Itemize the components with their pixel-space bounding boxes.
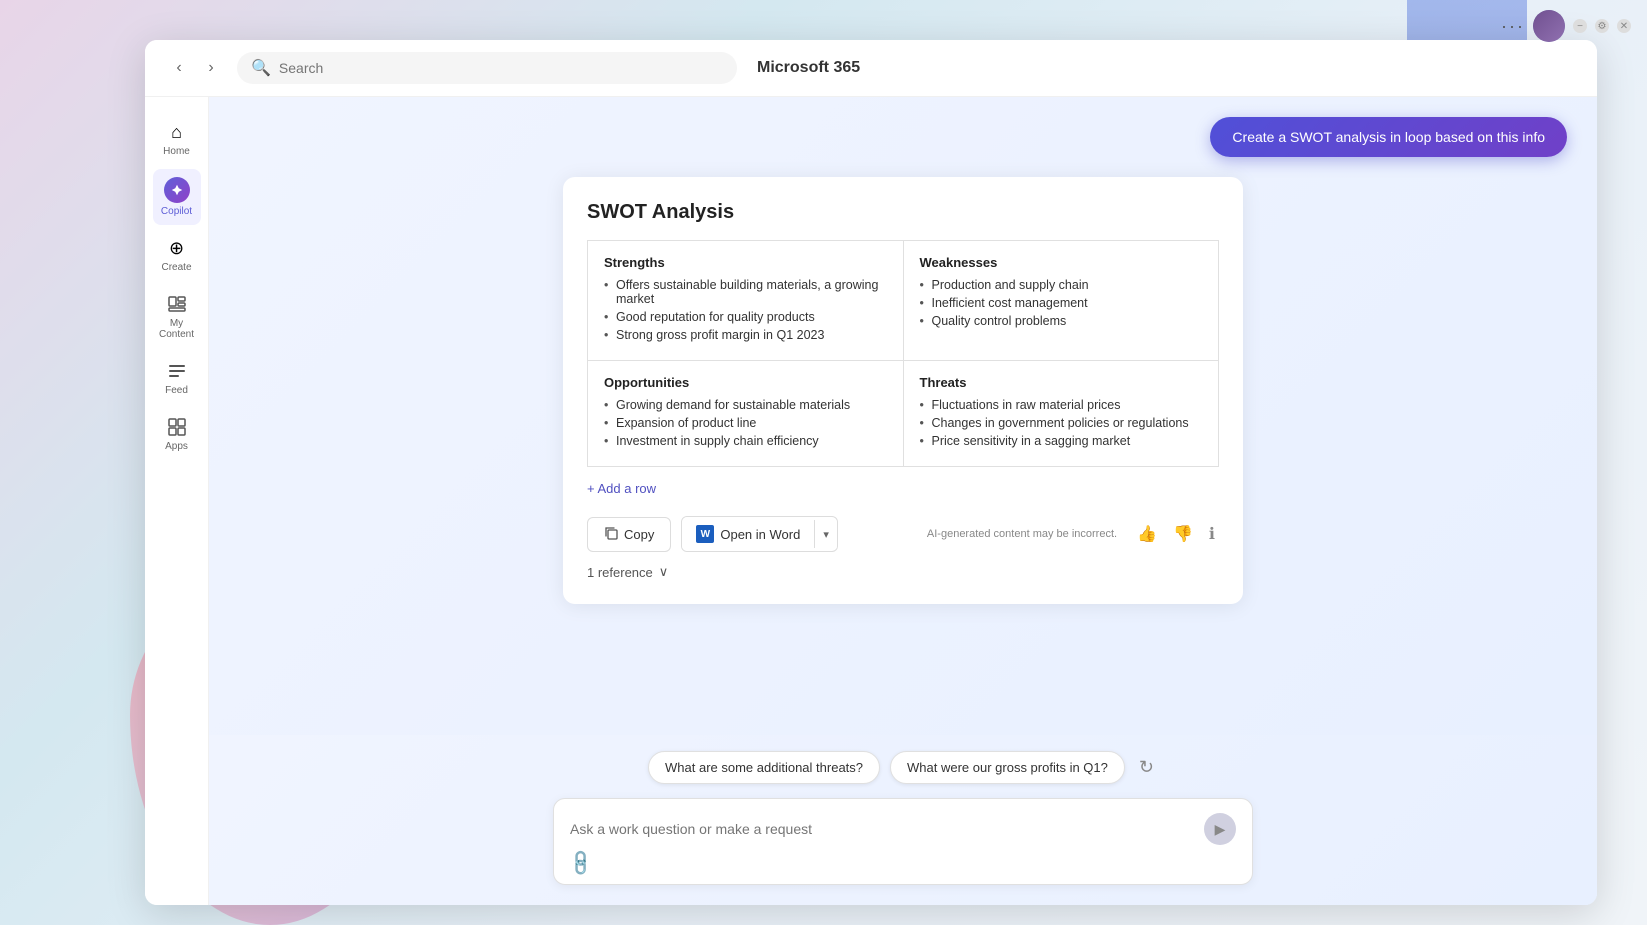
copilot-icon bbox=[164, 177, 190, 203]
swot-opportunities-list: Growing demand for sustainable materials… bbox=[604, 398, 887, 448]
create-swot-button[interactable]: Create a SWOT analysis in loop based on … bbox=[1210, 117, 1567, 157]
list-item: Investment in supply chain efficiency bbox=[604, 434, 887, 448]
swot-opportunities-cell: Opportunities Growing demand for sustain… bbox=[588, 361, 904, 467]
search-bar[interactable]: 🔍 bbox=[237, 52, 737, 84]
suggestion-chips: What are some additional threats? What w… bbox=[239, 751, 1567, 784]
info-icon[interactable]: ℹ bbox=[1205, 520, 1219, 548]
main-content: Create a SWOT analysis in loop based on … bbox=[209, 97, 1597, 735]
input-tools: 🔗 bbox=[570, 853, 1236, 874]
list-item: Quality control problems bbox=[920, 314, 1203, 328]
sidebar-label-apps: Apps bbox=[165, 441, 188, 452]
list-item: Production and supply chain bbox=[920, 278, 1203, 292]
avatar[interactable] bbox=[1533, 10, 1565, 42]
swot-row-bottom: Opportunities Growing demand for sustain… bbox=[588, 361, 1219, 467]
list-item: Offers sustainable building materials, a… bbox=[604, 278, 887, 306]
forward-button[interactable]: › bbox=[197, 54, 225, 82]
copy-label: Copy bbox=[624, 527, 654, 542]
feed-icon bbox=[166, 360, 188, 382]
sidebar-label-create: Create bbox=[161, 262, 191, 273]
chat-bottom: What are some additional threats? What w… bbox=[209, 735, 1597, 905]
app-title: Microsoft 365 bbox=[757, 59, 860, 77]
home-icon: ⌂ bbox=[166, 121, 188, 143]
reference-label: 1 reference bbox=[587, 565, 653, 580]
minimize-button[interactable]: − bbox=[1573, 19, 1587, 33]
apps-icon bbox=[166, 416, 188, 438]
avatar-image bbox=[1533, 10, 1565, 42]
reference-row[interactable]: 1 reference ∨ bbox=[587, 564, 1219, 580]
list-item: Expansion of product line bbox=[604, 416, 887, 430]
list-item: Fluctuations in raw material prices bbox=[920, 398, 1203, 412]
copy-icon bbox=[604, 526, 618, 543]
more-options-icon[interactable]: ··· bbox=[1501, 16, 1525, 37]
refresh-icon[interactable]: ↻ bbox=[1135, 753, 1158, 782]
sidebar: ⌂ Home Copilot ⊕ Create bbox=[145, 97, 209, 905]
swot-card: SWOT Analysis Strengths Offers sustainab… bbox=[563, 177, 1243, 604]
sidebar-label-my-content: My Content bbox=[157, 318, 197, 340]
open-in-word-button[interactable]: W Open in Word bbox=[682, 517, 814, 551]
sidebar-label-home: Home bbox=[163, 146, 190, 157]
sidebar-item-my-content[interactable]: My Content bbox=[153, 285, 201, 348]
back-button[interactable]: ‹ bbox=[165, 54, 193, 82]
send-button[interactable]: ▶ bbox=[1204, 813, 1236, 845]
swot-weaknesses-heading: Weaknesses bbox=[920, 255, 1203, 270]
swot-opportunities-heading: Opportunities bbox=[604, 375, 887, 390]
swot-strengths-list: Offers sustainable building materials, a… bbox=[604, 278, 887, 342]
add-row-link[interactable]: + Add a row bbox=[587, 477, 1219, 500]
my-content-icon bbox=[166, 293, 188, 315]
list-item: Changes in government policies or regula… bbox=[920, 416, 1203, 430]
sidebar-item-apps[interactable]: Apps bbox=[153, 408, 201, 460]
open-in-word-label: Open in Word bbox=[720, 527, 800, 542]
chat-input[interactable] bbox=[570, 821, 1204, 837]
suggestion-chip-threats[interactable]: What are some additional threats? bbox=[648, 751, 880, 784]
word-icon: W bbox=[696, 525, 714, 543]
swot-weaknesses-list: Production and supply chain Inefficient … bbox=[920, 278, 1203, 328]
swot-strengths-cell: Strengths Offers sustainable building ma… bbox=[588, 241, 904, 361]
create-icon: ⊕ bbox=[166, 237, 188, 259]
thumbs-down-icon[interactable]: 👎 bbox=[1169, 520, 1197, 548]
input-row: ▶ bbox=[570, 813, 1236, 845]
list-item: Good reputation for quality products bbox=[604, 310, 887, 324]
reference-chevron-icon: ∨ bbox=[659, 564, 669, 580]
app-body: ⌂ Home Copilot ⊕ Create bbox=[145, 97, 1597, 905]
sidebar-label-copilot: Copilot bbox=[161, 206, 192, 217]
close-button[interactable]: ✕ bbox=[1617, 19, 1631, 33]
sidebar-item-feed[interactable]: Feed bbox=[153, 352, 201, 404]
sidebar-item-create[interactable]: ⊕ Create bbox=[153, 229, 201, 281]
title-bar: ··· − ⚙ ✕ bbox=[0, 0, 1647, 52]
sidebar-item-copilot[interactable]: Copilot bbox=[153, 169, 201, 225]
nav-arrows: ‹ › bbox=[165, 54, 225, 82]
input-container: ▶ 🔗 bbox=[553, 798, 1253, 885]
swot-weaknesses-cell: Weaknesses Production and supply chain I… bbox=[903, 241, 1219, 361]
copy-button[interactable]: Copy bbox=[587, 517, 671, 552]
suggestion-chip-profits[interactable]: What were our gross profits in Q1? bbox=[890, 751, 1125, 784]
swot-threats-cell: Threats Fluctuations in raw material pri… bbox=[903, 361, 1219, 467]
swot-threats-heading: Threats bbox=[920, 375, 1203, 390]
feedback-icons: AI-generated content may be incorrect. 👍… bbox=[927, 520, 1219, 548]
sidebar-label-feed: Feed bbox=[165, 385, 188, 396]
swot-threats-list: Fluctuations in raw material prices Chan… bbox=[920, 398, 1203, 448]
sidebar-item-home[interactable]: ⌂ Home bbox=[153, 113, 201, 165]
open-in-word-group: W Open in Word ▾ bbox=[681, 516, 838, 552]
card-actions: Copy W Open in Word ▾ bbox=[587, 516, 1219, 552]
thumbs-up-icon[interactable]: 👍 bbox=[1133, 520, 1161, 548]
search-input[interactable] bbox=[279, 60, 723, 76]
swot-strengths-heading: Strengths bbox=[604, 255, 887, 270]
app-window: ‹ › 🔍 Microsoft 365 ⌂ Home Copilot bbox=[145, 40, 1597, 905]
attach-icon[interactable]: 🔗 bbox=[566, 848, 597, 879]
list-item: Price sensitivity in a sagging market bbox=[920, 434, 1203, 448]
settings-button[interactable]: ⚙ bbox=[1595, 19, 1609, 33]
ai-notice: AI-generated content may be incorrect. bbox=[927, 528, 1117, 540]
swot-title: SWOT Analysis bbox=[587, 201, 1219, 224]
word-chevron-button[interactable]: ▾ bbox=[815, 520, 837, 549]
list-item: Growing demand for sustainable materials bbox=[604, 398, 887, 412]
list-item: Inefficient cost management bbox=[920, 296, 1203, 310]
search-icon: 🔍 bbox=[251, 58, 271, 78]
swot-table: Strengths Offers sustainable building ma… bbox=[587, 240, 1219, 467]
title-bar-controls: ··· − ⚙ ✕ bbox=[1501, 10, 1631, 42]
swot-row-top: Strengths Offers sustainable building ma… bbox=[588, 241, 1219, 361]
list-item: Strong gross profit margin in Q1 2023 bbox=[604, 328, 887, 342]
